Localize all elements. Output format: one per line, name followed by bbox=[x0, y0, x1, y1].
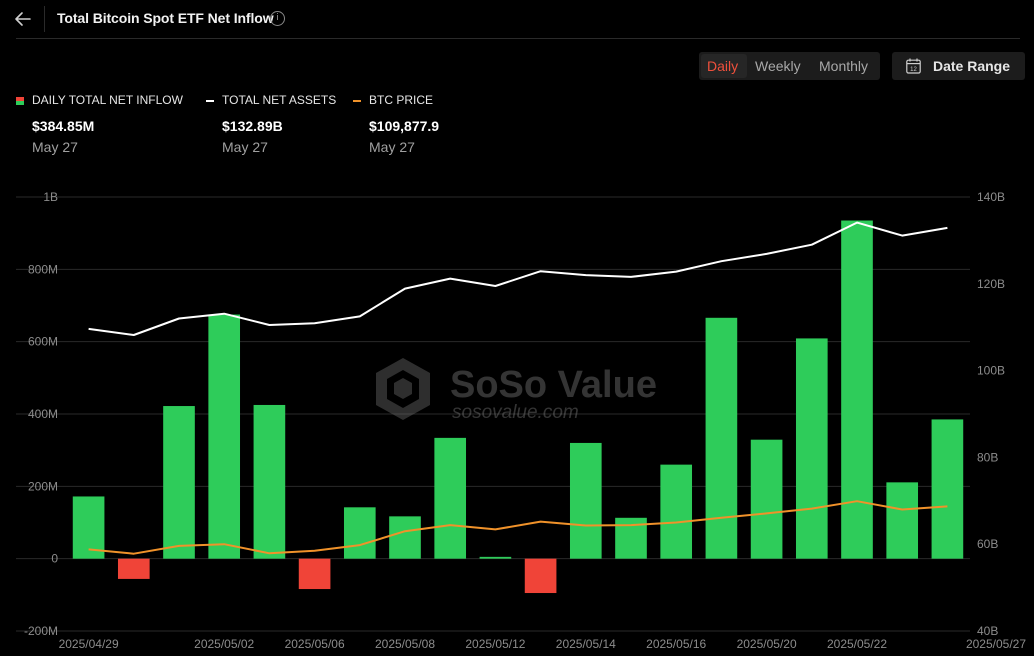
x-tick-label: 2025/05/20 bbox=[737, 637, 797, 651]
y-right-tick-label: 100B bbox=[977, 364, 1005, 378]
net-inflow-bar[interactable] bbox=[208, 314, 241, 559]
watermark: SoSo Value sosovalue.com bbox=[376, 358, 657, 423]
x-tick-label: 2025/04/29 bbox=[59, 637, 119, 651]
x-tick-label: 2025/05/12 bbox=[465, 637, 525, 651]
net-inflow-bar[interactable] bbox=[660, 464, 693, 559]
y-left-tick-label: 800M bbox=[28, 262, 58, 276]
x-tick-label: 2025/05/02 bbox=[194, 637, 254, 651]
y-right-tick-label: 40B bbox=[977, 624, 998, 638]
net-inflow-bar[interactable] bbox=[479, 556, 512, 559]
x-tick-label: 2025/05/14 bbox=[556, 637, 616, 651]
net-inflow-bar[interactable] bbox=[795, 338, 828, 559]
y-right-tick-label: 60B bbox=[977, 537, 998, 551]
net-inflow-bar[interactable] bbox=[72, 496, 105, 559]
y-left-tick-label: 400M bbox=[28, 407, 58, 421]
left-axis-labels: -200M 0 200M 400M 600M 800M 1B bbox=[24, 190, 58, 638]
y-left-tick-label: 200M bbox=[28, 479, 58, 493]
x-tick-label: 2025/05/22 bbox=[827, 637, 887, 651]
net-inflow-bar[interactable] bbox=[298, 558, 331, 590]
x-tick-label: 2025/05/27 bbox=[966, 637, 1026, 651]
y-right-tick-label: 120B bbox=[977, 277, 1005, 291]
net-inflow-bar[interactable] bbox=[389, 516, 421, 559]
net-inflow-bar[interactable] bbox=[841, 220, 873, 559]
x-tick-label: 2025/05/08 bbox=[375, 637, 435, 651]
y-left-tick-label: 0 bbox=[51, 552, 58, 566]
net-inflow-bar[interactable] bbox=[705, 317, 738, 559]
y-left-tick-label: 600M bbox=[28, 335, 58, 349]
x-axis-labels: 2025/04/29 2025/05/02 2025/05/06 2025/05/08… bbox=[59, 637, 1027, 651]
y-right-tick-label: 140B bbox=[977, 190, 1005, 204]
net-inflow-bar[interactable] bbox=[569, 442, 602, 559]
etf-flow-chart[interactable]: SoSo Value sosovalue.com -200M 0 200M 400M 6… bbox=[0, 0, 1034, 656]
y-left-tick-label: 1B bbox=[43, 190, 58, 204]
net-inflow-bar[interactable] bbox=[117, 558, 150, 579]
net-inflow-bar[interactable] bbox=[886, 482, 919, 559]
watermark-brand: SoSo Value bbox=[450, 364, 657, 406]
watermark-url: sosovalue.com bbox=[452, 402, 579, 423]
x-tick-label: 2025/05/16 bbox=[646, 637, 706, 651]
x-tick-label: 2025/05/06 bbox=[285, 637, 345, 651]
sosovalue-logo-icon bbox=[376, 358, 430, 420]
y-right-tick-label: 80B bbox=[977, 450, 998, 464]
net-inflow-bar[interactable] bbox=[524, 558, 557, 594]
net-inflow-bar[interactable] bbox=[343, 507, 376, 559]
y-left-tick-label: -200M bbox=[24, 624, 58, 638]
right-axis-labels: 40B 60B 80B 100B 120B 140B bbox=[977, 190, 1005, 638]
net-inflow-bar[interactable] bbox=[253, 404, 286, 559]
net-inflow-bar[interactable] bbox=[931, 419, 964, 559]
net-inflow-bar[interactable] bbox=[163, 406, 195, 559]
net-inflow-bar[interactable] bbox=[434, 437, 467, 559]
net-inflow-bar[interactable] bbox=[750, 439, 783, 559]
